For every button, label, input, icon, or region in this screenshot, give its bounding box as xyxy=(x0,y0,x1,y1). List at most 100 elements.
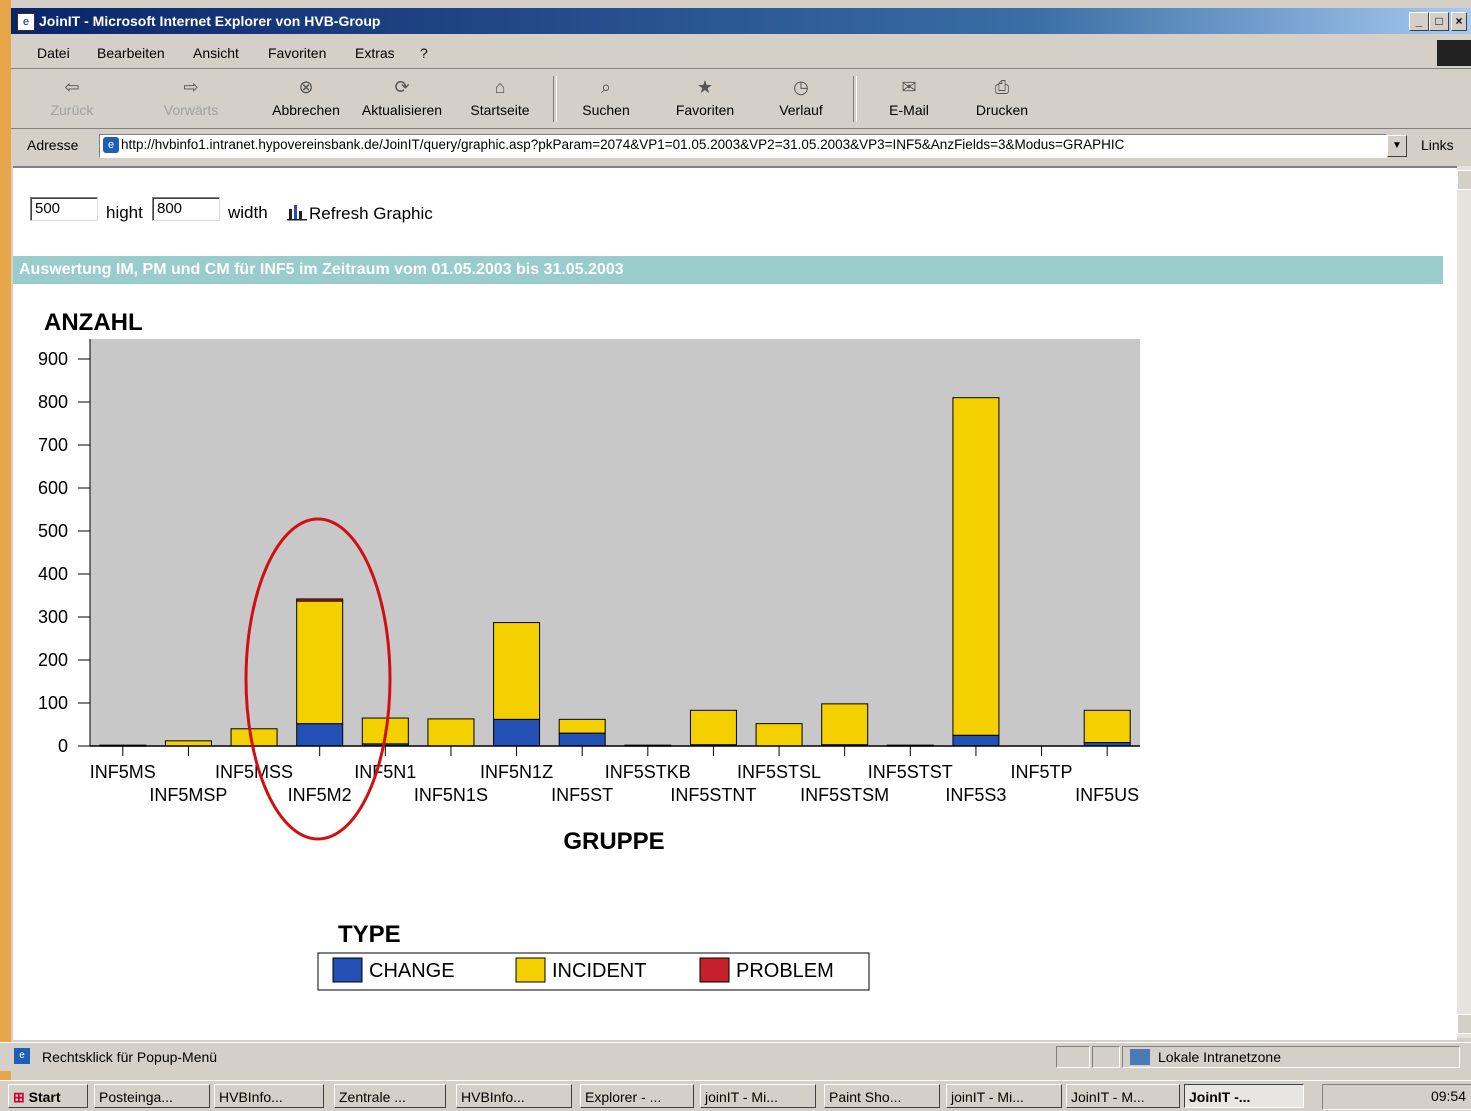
menu-bar: Datei Bearbeiten Ansicht Favoriten Extra… xyxy=(11,36,1471,69)
links-button[interactable]: Links xyxy=(1421,137,1454,153)
status-pane xyxy=(1056,1046,1090,1068)
y-tick-label: 600 xyxy=(38,478,68,498)
search-icon: ⌕ xyxy=(600,77,612,97)
clock: 09:54 xyxy=(1430,1088,1466,1104)
taskbar-item[interactable]: Paint Sho... xyxy=(824,1084,940,1108)
report-title: Auswertung IM, PM und CM für INF5 im Zei… xyxy=(19,261,624,278)
y-tick-label: 200 xyxy=(38,650,68,670)
print-button[interactable]: ⎙ Drucken xyxy=(969,76,1035,118)
history-icon: ◷ xyxy=(793,77,809,97)
print-label: Drucken xyxy=(975,102,1029,118)
window-title-bar[interactable]: e JoinIT - Microsoft Internet Explorer v… xyxy=(11,8,1471,34)
y-tick-label: 700 xyxy=(38,435,68,455)
minimize-button[interactable]: _ xyxy=(1409,12,1429,31)
width-label: width xyxy=(228,203,268,222)
windows-flag-icon: ⊞ xyxy=(13,1089,25,1105)
menu-help[interactable]: ? xyxy=(420,45,428,61)
menu-favoriten[interactable]: Favoriten xyxy=(268,45,326,61)
back-button[interactable]: ⇦ Zurück xyxy=(45,76,99,118)
x-tick-label: INF5M2 xyxy=(288,785,352,805)
taskbar-item[interactable]: HVBInfo... xyxy=(214,1084,324,1108)
bar-segment-incident xyxy=(296,600,344,725)
address-dropdown-button[interactable]: ▼ xyxy=(1387,135,1407,157)
scroll-down-button[interactable] xyxy=(1457,1014,1471,1034)
legend-label-change: CHANGE xyxy=(369,960,455,982)
address-url[interactable]: http://hvbinfo1.intranet.hypovereinsbank… xyxy=(121,137,1124,152)
bar-segment-incident xyxy=(689,709,737,746)
stop-label: Abbrechen xyxy=(272,102,340,118)
stacked-bar-chart: ANZAHL 0 100 200 300 400 500 600 700 800 900 INF5… xyxy=(38,309,1140,991)
y-tick-label: 800 xyxy=(38,392,68,412)
start-button[interactable]: ⊞ Start xyxy=(8,1084,88,1108)
toolbar-separator xyxy=(553,76,557,122)
x-tick-label: INF5MSP xyxy=(149,785,227,805)
bar-segment-change xyxy=(493,718,541,747)
taskbar-item[interactable]: joinIT - Mi... xyxy=(700,1084,816,1108)
bar-segment-incident xyxy=(952,397,1000,736)
back-label: Zurück xyxy=(50,102,94,118)
bar-segment-change xyxy=(952,734,1000,747)
search-label: Suchen xyxy=(582,102,630,118)
status-text: Rechtsklick für Popup-Menü xyxy=(42,1049,218,1065)
stop-button[interactable]: ⊗ Abbrechen xyxy=(265,76,347,118)
taskbar-item[interactable]: Posteinga... xyxy=(94,1084,210,1108)
close-button[interactable]: × xyxy=(1451,12,1467,31)
favorites-button[interactable]: ★ Favoriten xyxy=(665,76,745,118)
y-tick-label: 300 xyxy=(38,607,68,627)
arrow-left-icon: ⇦ xyxy=(64,77,80,97)
taskbar-item-active[interactable]: JoinIT -... xyxy=(1184,1084,1304,1108)
taskbar-item[interactable]: HVBInfo... xyxy=(456,1084,572,1108)
forward-label: Vorwärts xyxy=(163,102,219,118)
refresh-graphic-link[interactable]: Refresh Graphic xyxy=(287,203,433,224)
width-input[interactable]: 800 xyxy=(152,197,220,221)
x-tick-label: INF5STKB xyxy=(605,762,691,782)
menu-ansicht[interactable]: Ansicht xyxy=(193,45,239,61)
taskbar-item[interactable]: Explorer - ... xyxy=(580,1084,694,1108)
mail-button[interactable]: ✉ E-Mail xyxy=(877,76,941,118)
history-label: Verlauf xyxy=(779,102,823,118)
legend-swatch-change xyxy=(332,957,363,983)
x-tick-label: INF5STNT xyxy=(670,785,756,805)
mail-icon: ✉ xyxy=(901,77,917,97)
x-tick-label: INF5MSS xyxy=(215,762,293,782)
x-tick-label: INF5TP xyxy=(1011,762,1073,782)
page-status-icon: e xyxy=(14,1048,30,1064)
home-button[interactable]: ⌂ Startseite xyxy=(463,76,537,118)
legend-label-incident: INCIDENT xyxy=(552,960,646,982)
legend-title: TYPE xyxy=(338,921,401,948)
home-icon: ⌂ xyxy=(494,77,506,97)
arrow-right-icon: ⇨ xyxy=(183,77,199,97)
menu-bearbeiten[interactable]: Bearbeiten xyxy=(97,45,165,61)
taskbar-item[interactable]: JoinIT - M... xyxy=(1066,1084,1180,1108)
favorites-icon: ★ xyxy=(696,77,714,97)
x-tick-label: INF5N1S xyxy=(414,785,488,805)
height-input[interactable]: 500 xyxy=(30,197,98,221)
vertical-scrollbar[interactable] xyxy=(1457,166,1471,1038)
legend-swatch-problem xyxy=(699,957,730,983)
history-button[interactable]: ◷ Verlauf xyxy=(769,76,833,118)
taskbar-item[interactable]: Zentrale ... xyxy=(334,1084,446,1108)
y-axis-label: ANZAHL xyxy=(44,309,143,336)
menu-datei[interactable]: Datei xyxy=(37,45,70,61)
legend-label-problem: PROBLEM xyxy=(736,960,834,982)
bar-segment-incident xyxy=(821,703,869,746)
taskbar-item[interactable]: joinIT - Mi... xyxy=(946,1084,1062,1108)
y-tick-label: 400 xyxy=(38,564,68,584)
forward-button[interactable]: ⇨ Vorwärts xyxy=(157,76,225,118)
ie-app-icon: e xyxy=(17,13,35,31)
bar-chart-icon xyxy=(287,205,307,221)
menu-extras[interactable]: Extras xyxy=(355,45,395,61)
scroll-up-button[interactable] xyxy=(1457,170,1471,190)
x-tick-label: INF5MS xyxy=(90,762,156,782)
height-label: hight xyxy=(106,203,143,222)
refresh-button[interactable]: ⟳ Aktualisieren xyxy=(355,76,449,118)
windows-logo-icon xyxy=(1437,40,1471,66)
y-tick-label: 500 xyxy=(38,521,68,541)
search-button[interactable]: ⌕ Suchen xyxy=(575,76,637,118)
x-axis-label: GRUPPE xyxy=(563,828,664,855)
x-tick-label: INF5STSL xyxy=(737,762,821,782)
start-label: Start xyxy=(28,1089,61,1105)
maximize-button[interactable]: □ xyxy=(1429,12,1449,31)
toolbar: ⇦ Zurück ⇨ Vorwärts ⊗ Abbrechen ⟳ Aktualisie… xyxy=(11,70,1471,129)
bar-segment-change xyxy=(558,732,606,747)
